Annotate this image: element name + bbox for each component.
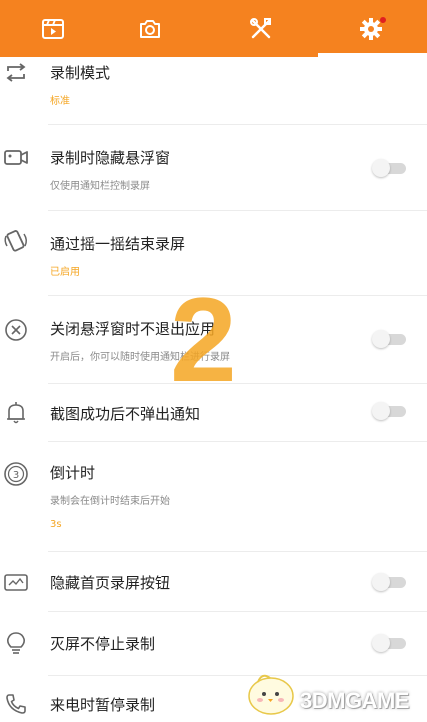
setting-title: 灭屏不停止录制	[50, 635, 156, 653]
close-circle-icon	[2, 316, 30, 344]
shake-phone-icon	[2, 227, 30, 255]
setting-value: 3s	[50, 519, 62, 530]
tools-icon	[249, 17, 273, 41]
screen-off-toggle[interactable]	[372, 634, 408, 652]
tab-settings[interactable]	[318, 0, 424, 57]
setting-title: 来电时暂停录制	[50, 696, 156, 714]
top-tab-bar	[0, 0, 427, 57]
close-float-toggle[interactable]	[372, 330, 408, 348]
bell-icon	[2, 399, 30, 427]
mascot-icon	[244, 668, 298, 722]
setting-title: 倒计时	[50, 464, 96, 482]
watermark-text: 3DMGAME	[300, 688, 409, 713]
setting-screen-off[interactable]: 灭屏不停止录制	[0, 612, 427, 676]
tab-screenshot[interactable]	[97, 0, 203, 57]
setting-countdown[interactable]: 3 倒计时 录制会在倒计时结束后开始 3s	[0, 442, 427, 552]
setting-title: 录制时隐藏悬浮窗	[50, 149, 171, 167]
setting-hide-button[interactable]: 隐藏首页录屏按钮	[0, 552, 427, 612]
setting-subtitle: 录制会在倒计时结束后开始	[50, 496, 170, 507]
repeat-icon	[2, 59, 30, 87]
tab-video[interactable]	[0, 0, 106, 57]
setting-subtitle: 仅使用通知栏控制录屏	[50, 181, 150, 192]
hide-button-toggle[interactable]	[372, 573, 408, 591]
setting-title: 通过摇一摇结束录屏	[50, 235, 186, 253]
lightbulb-icon	[2, 630, 30, 658]
phone-icon	[2, 690, 30, 718]
video-camera-icon	[2, 143, 30, 171]
video-icon	[41, 18, 65, 40]
setting-value: 标准	[50, 96, 70, 107]
svg-text:3: 3	[13, 470, 19, 481]
hide-button-icon	[2, 568, 30, 596]
setting-hide-float[interactable]: 录制时隐藏悬浮窗 仅使用通知栏控制录屏	[0, 125, 427, 211]
setting-record-mode[interactable]: 录制模式 标准	[0, 57, 427, 125]
countdown-icon: 3	[2, 460, 30, 488]
setting-title: 隐藏首页录屏按钮	[50, 574, 171, 592]
no-notify-toggle[interactable]	[372, 402, 408, 420]
watermark-number: 2	[170, 273, 237, 407]
setting-title: 录制模式	[50, 64, 111, 82]
tab-tools[interactable]	[208, 0, 314, 57]
setting-value: 已启用	[50, 267, 80, 278]
hide-float-toggle[interactable]	[372, 159, 408, 177]
notification-dot	[380, 17, 386, 23]
camera-icon	[138, 18, 162, 40]
